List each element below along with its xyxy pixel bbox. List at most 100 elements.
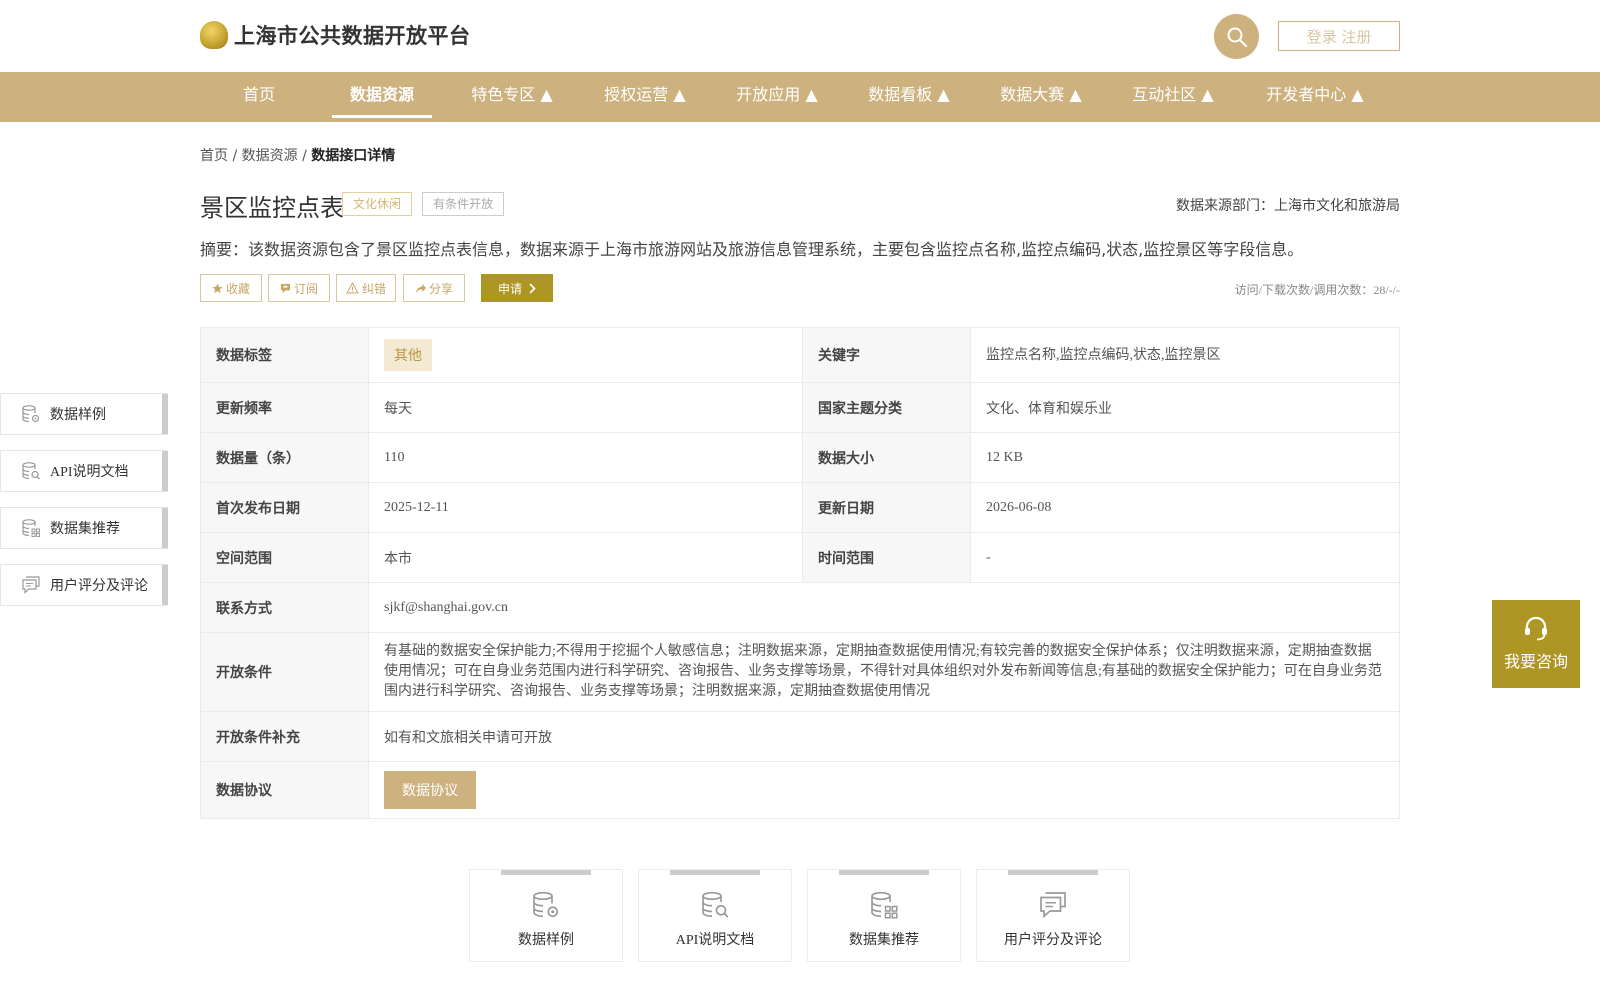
favorite-button[interactable]: 收藏 bbox=[200, 274, 262, 302]
count-key: 数据量（条） bbox=[200, 432, 369, 483]
warning-icon bbox=[346, 282, 359, 294]
breadcrumb-resources[interactable]: 数据资源 bbox=[242, 148, 298, 164]
theme-value: 文化、体育和娱乐业 bbox=[970, 382, 1400, 433]
nav-item-dashboard[interactable]: 数据看板 ▲ bbox=[858, 72, 960, 122]
nav-item-data-resources[interactable]: 数据资源 bbox=[332, 72, 432, 118]
database-grid-icon bbox=[21, 518, 41, 538]
share-button[interactable]: 分享 bbox=[403, 274, 465, 302]
comment-icon bbox=[1037, 889, 1069, 921]
nav-item-competition[interactable]: 数据大赛 ▲ bbox=[990, 72, 1092, 122]
time-key: 时间范围 bbox=[802, 532, 971, 583]
report-error-label: 纠错 bbox=[361, 281, 386, 296]
frequency-key: 更新频率 bbox=[200, 382, 369, 433]
page-title: 景区监控点表 bbox=[200, 194, 344, 222]
nav-item-community[interactable]: 互动社区 ▲ bbox=[1122, 72, 1224, 122]
side-nav-dataset-recommend[interactable]: 数据集推荐 bbox=[0, 507, 168, 549]
login-register-button[interactable]: 登录 注册 bbox=[1278, 21, 1400, 51]
frequency-value: 每天 bbox=[368, 382, 803, 433]
keywords-value: 监控点名称,监控点编码,状态,监控景区 bbox=[970, 327, 1400, 383]
card-label: API说明文档 bbox=[675, 933, 755, 948]
time-value: - bbox=[970, 532, 1400, 583]
updated-value: 2026-06-08 bbox=[970, 482, 1400, 533]
consult-label: 我要咨询 bbox=[1503, 652, 1568, 671]
side-nav-label: 用户评分及评论 bbox=[50, 579, 148, 594]
apply-button[interactable]: 申请 bbox=[481, 274, 553, 302]
card-label: 数据集推荐 bbox=[849, 933, 919, 948]
share-icon bbox=[415, 283, 426, 293]
main-nav: 首页 数据资源 特色专区 ▲ 授权运营 ▲ 开放应用 ▲ 数据看板 ▲ 数据大赛… bbox=[0, 72, 1600, 122]
star-icon bbox=[212, 282, 223, 293]
card-accent-bar bbox=[670, 870, 760, 875]
side-nav-data-sample[interactable]: 数据样例 bbox=[0, 393, 168, 435]
visit-stats: 访问/下载次数/调用次数：28/-/- bbox=[1234, 283, 1400, 297]
data-tag-chip[interactable]: 其他 bbox=[384, 339, 432, 371]
nav-item-home[interactable]: 首页 bbox=[209, 72, 309, 122]
first-publish-value: 2025-12-11 bbox=[368, 482, 803, 533]
data-protocol-button[interactable]: 数据协议 bbox=[384, 771, 476, 809]
card-ratings[interactable]: 用户评分及评论 bbox=[976, 869, 1130, 962]
report-error-button[interactable]: 纠错 bbox=[336, 274, 396, 302]
conditions-value: 有基础的数据安全保护能力;不得用于挖掘个人敏感信息；注明数据来源，定期抽查数据使… bbox=[368, 632, 1400, 712]
card-data-sample[interactable]: 数据样例 bbox=[469, 869, 623, 962]
logo-icon bbox=[200, 21, 228, 49]
side-nav-label: 数据集推荐 bbox=[50, 522, 120, 537]
conditions-extra-value: 如有和文旅相关申请可开放 bbox=[368, 711, 1400, 762]
table-row: 首次发布日期 2025-12-11 更新日期 2026-06-08 bbox=[200, 482, 1400, 533]
breadcrumb-separator: / bbox=[228, 148, 242, 164]
headset-icon bbox=[1525, 616, 1547, 641]
document-search-icon bbox=[21, 461, 41, 481]
data-tag-cell: 其他 bbox=[368, 327, 803, 383]
category-tag: 文化休闲 bbox=[342, 192, 413, 216]
protocol-key: 数据协议 bbox=[200, 761, 369, 819]
nav-item-authorized-ops[interactable]: 授权运营 ▲ bbox=[594, 72, 696, 122]
openness-tag: 有条件开放 bbox=[422, 192, 505, 216]
space-key: 空间范围 bbox=[200, 532, 369, 583]
theme-key: 国家主题分类 bbox=[802, 382, 971, 433]
contact-value: sjkf@shanghai.gov.cn bbox=[368, 582, 1400, 633]
side-nav-label: API说明文档 bbox=[50, 465, 129, 480]
database-gear-icon bbox=[530, 889, 562, 921]
table-row: 联系方式 sjkf@shanghai.gov.cn bbox=[200, 582, 1400, 633]
card-label: 用户评分及评论 bbox=[1004, 933, 1102, 948]
nav-item-developer[interactable]: 开发者中心 ▲ bbox=[1254, 72, 1376, 122]
database-grid-icon bbox=[868, 889, 900, 921]
nav-item-featured[interactable]: 特色专区 ▲ bbox=[462, 72, 562, 122]
card-label: 数据样例 bbox=[518, 933, 574, 948]
table-row: 空间范围 本市 时间范围 - bbox=[200, 532, 1400, 583]
card-accent-bar bbox=[501, 870, 591, 875]
comment-icon bbox=[21, 575, 41, 595]
card-api-docs[interactable]: API说明文档 bbox=[638, 869, 792, 962]
breadcrumb-home[interactable]: 首页 bbox=[200, 148, 228, 164]
conditions-extra-key: 开放条件补充 bbox=[200, 711, 369, 762]
size-value: 12 KB bbox=[970, 432, 1400, 483]
table-row: 数据协议 数据协议 bbox=[200, 761, 1400, 819]
first-publish-key: 首次发布日期 bbox=[200, 482, 369, 533]
top-header: 上海市公共数据开放平台 登录 注册 bbox=[0, 0, 1600, 72]
protocol-cell: 数据协议 bbox=[368, 761, 1400, 819]
share-label: 分享 bbox=[428, 281, 453, 296]
site-logo[interactable]: 上海市公共数据开放平台 bbox=[200, 20, 471, 50]
site-title: 上海市公共数据开放平台 bbox=[234, 24, 471, 48]
card-dataset-recommend[interactable]: 数据集推荐 bbox=[807, 869, 961, 962]
conditions-key: 开放条件 bbox=[200, 632, 369, 712]
card-accent-bar bbox=[839, 870, 929, 875]
side-nav-api-docs[interactable]: API说明文档 bbox=[0, 450, 168, 492]
breadcrumb: 首页 / 数据资源 / 数据接口详情 bbox=[200, 145, 395, 165]
consult-button[interactable]: 我要咨询 bbox=[1492, 600, 1580, 688]
chevron-right-icon bbox=[529, 282, 536, 294]
data-tag-key: 数据标签 bbox=[200, 327, 369, 383]
table-row: 开放条件 有基础的数据安全保护能力;不得用于挖掘个人敏感信息；注明数据来源，定期… bbox=[200, 632, 1400, 712]
data-source: 数据来源部门：上海市文化和旅游局 bbox=[1176, 198, 1400, 214]
search-button[interactable] bbox=[1214, 14, 1259, 59]
table-row: 更新频率 每天 国家主题分类 文化、体育和娱乐业 bbox=[200, 382, 1400, 433]
search-icon bbox=[1227, 27, 1247, 47]
count-value: 110 bbox=[368, 432, 803, 483]
subscribe-button[interactable]: 订阅 bbox=[268, 274, 330, 302]
contact-key: 联系方式 bbox=[200, 582, 369, 633]
side-nav-ratings[interactable]: 用户评分及评论 bbox=[0, 564, 168, 606]
table-row: 数据量（条） 110 数据大小 12 KB bbox=[200, 432, 1400, 483]
nav-item-open-apps[interactable]: 开放应用 ▲ bbox=[726, 72, 828, 122]
table-row: 数据标签 其他 关键字 监控点名称,监控点编码,状态,监控景区 bbox=[200, 327, 1400, 383]
side-nav-label: 数据样例 bbox=[50, 408, 106, 423]
document-search-icon bbox=[699, 889, 731, 921]
